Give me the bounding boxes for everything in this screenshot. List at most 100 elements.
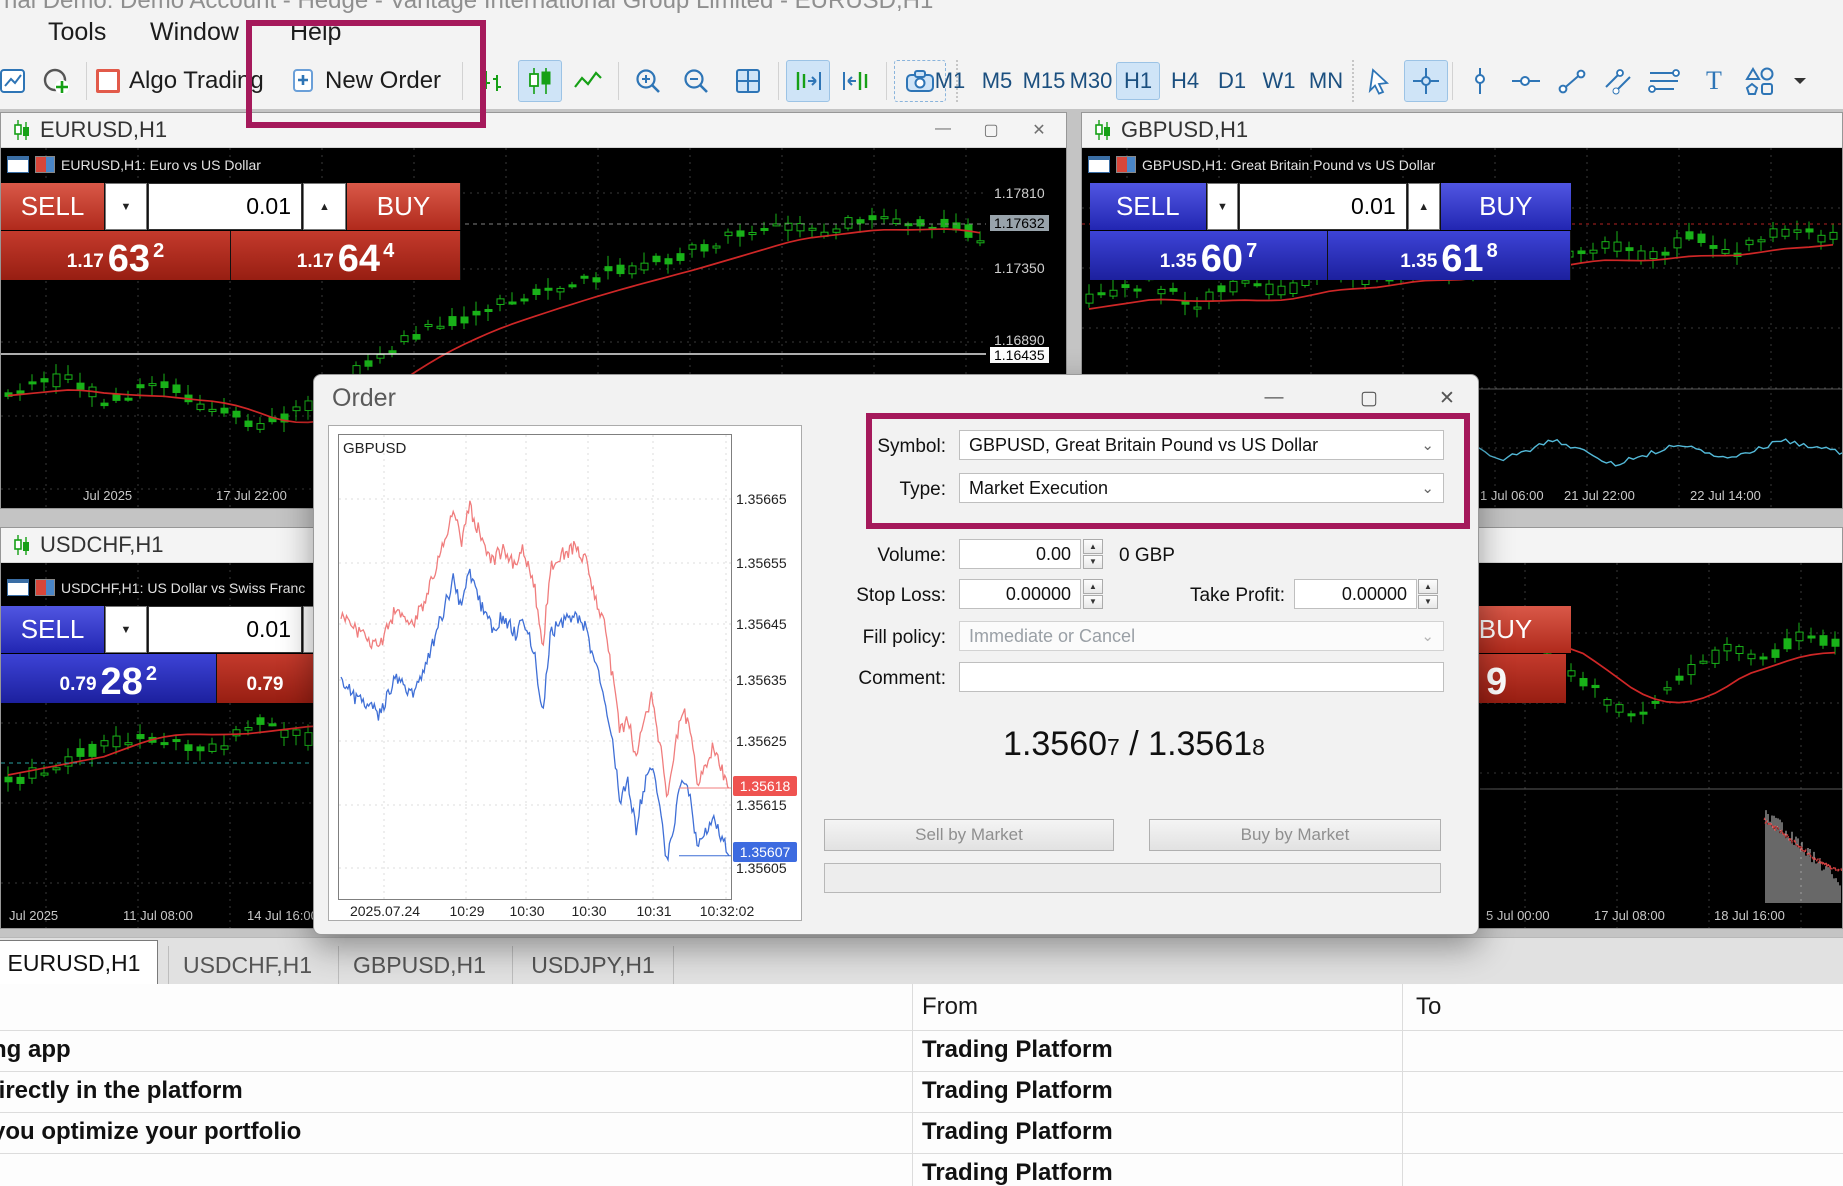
- spinner-up-icon[interactable]: [1083, 579, 1103, 594]
- sell-price[interactable]: 0.79282: [1, 654, 216, 703]
- buy-button[interactable]: BUY: [1441, 183, 1571, 230]
- comment-input[interactable]: [959, 662, 1444, 692]
- tick-scale-label: 1.35635: [736, 672, 787, 688]
- spinner-down-icon[interactable]: [1083, 555, 1103, 570]
- maximize-icon[interactable]: [978, 120, 1004, 140]
- volume-field[interactable]: 0.01: [148, 606, 302, 653]
- timeframe-d1[interactable]: D1: [1210, 62, 1254, 100]
- volume-input[interactable]: 0.00: [959, 539, 1081, 569]
- toolbar-separator: [86, 62, 87, 100]
- market-watch-button[interactable]: [34, 60, 78, 102]
- trendline-tool[interactable]: [1550, 60, 1594, 102]
- timeframe-m15[interactable]: M15: [1022, 62, 1066, 100]
- menu-window[interactable]: Window: [150, 18, 239, 47]
- buy-price[interactable]: 1.17644: [231, 231, 460, 280]
- algo-trading-button[interactable]: Algo Trading: [96, 60, 264, 102]
- symbol-select[interactable]: GBPUSD, Great Britain Pound vs US Dollar: [959, 430, 1444, 460]
- buy-price[interactable]: 1.35618: [1328, 231, 1570, 280]
- timeframe-mn[interactable]: MN: [1304, 62, 1348, 100]
- tick-chart-symbol: GBPUSD: [343, 440, 406, 457]
- menu-tools[interactable]: Tools: [48, 18, 106, 47]
- spinner-up-icon[interactable]: [1083, 539, 1103, 554]
- crosshair-tool-button[interactable]: [1404, 60, 1448, 102]
- time-axis-label: 1 Jul 06:00: [1480, 488, 1544, 503]
- volume-decrease-button[interactable]: [105, 606, 147, 653]
- cursor-tool-button[interactable]: [1358, 60, 1402, 102]
- tab-usdchf[interactable]: USDCHF,H1: [168, 946, 326, 985]
- close-icon[interactable]: [1026, 120, 1052, 140]
- spinner-down-icon[interactable]: [1083, 595, 1103, 610]
- sell-price[interactable]: 1.35607: [1090, 231, 1327, 280]
- tile-windows-button[interactable]: [726, 60, 770, 102]
- line-chart-button[interactable]: [566, 60, 610, 102]
- buy-button[interactable]: BUY: [347, 183, 460, 230]
- spinner-down-icon[interactable]: [1418, 595, 1438, 610]
- more-tools-button[interactable]: [1786, 60, 1814, 102]
- spinner-up-icon[interactable]: [1418, 579, 1438, 594]
- chart-shift-button[interactable]: [786, 60, 830, 102]
- timeframe-m30[interactable]: M30: [1069, 62, 1113, 100]
- volume-increase-button[interactable]: [303, 183, 346, 230]
- take-profit-spinner[interactable]: [1418, 579, 1438, 609]
- minimize-icon[interactable]: [930, 120, 956, 140]
- volume-decrease-button[interactable]: [1207, 183, 1239, 230]
- table-row-from[interactable]: Trading Platform: [922, 1036, 1113, 1064]
- new-order-button[interactable]: New Order: [292, 60, 441, 102]
- zoom-out-button[interactable]: [674, 60, 718, 102]
- fibonacci-tool[interactable]: [1642, 60, 1686, 102]
- candlestick-chart-icon: [526, 66, 554, 96]
- window-titlebar-gbpusd[interactable]: GBPUSD,H1: [1082, 113, 1842, 148]
- time-axis-label: Jul 2025: [9, 908, 58, 923]
- chart-header-text: GBPUSD,H1: Great Britain Pound vs US Dol…: [1142, 157, 1435, 173]
- volume-field[interactable]: 0.01: [1239, 183, 1406, 230]
- table-row-title[interactable]: ng app: [0, 1036, 71, 1064]
- timeframe-m5[interactable]: M5: [975, 62, 1019, 100]
- tab-eurusd[interactable]: EURUSD,H1: [0, 940, 158, 985]
- menu-help[interactable]: Help: [290, 18, 341, 47]
- text-icon: T: [1706, 66, 1722, 96]
- sell-by-market-button[interactable]: Sell by Market: [824, 819, 1114, 851]
- take-profit-input[interactable]: 0.00000: [1294, 579, 1417, 609]
- tab-usdjpy[interactable]: USDJPY,H1: [512, 946, 674, 985]
- volume-increase-button[interactable]: [1408, 183, 1440, 230]
- auto-scroll-button[interactable]: [834, 60, 878, 102]
- sell-price[interactable]: 1.17632: [1, 231, 230, 280]
- sell-button[interactable]: SELL: [1, 606, 104, 653]
- new-chart-button[interactable]: [0, 60, 32, 102]
- sell-button[interactable]: SELL: [1, 183, 104, 230]
- minimize-icon[interactable]: [1259, 387, 1289, 409]
- window-titlebar-eurusd[interactable]: EURUSD,H1: [1, 113, 1066, 148]
- volume-decrease-button[interactable]: [105, 183, 147, 230]
- timeframe-h4[interactable]: H4: [1163, 62, 1207, 100]
- horizontal-line-tool[interactable]: [1504, 60, 1548, 102]
- table-row-from[interactable]: Trading Platform: [922, 1118, 1113, 1146]
- bar-chart-button[interactable]: [470, 60, 514, 102]
- buy-by-market-button[interactable]: Buy by Market: [1149, 819, 1441, 851]
- time-axis-label: 5 Jul 00:00: [1486, 908, 1550, 923]
- timeframe-h1[interactable]: H1: [1116, 62, 1160, 100]
- zoom-in-button[interactable]: [626, 60, 670, 102]
- type-select[interactable]: Market Execution: [959, 473, 1444, 503]
- table-row-title[interactable]: you optimize your portfolio: [0, 1118, 301, 1146]
- scale-label: 1.17810: [994, 185, 1045, 201]
- maximize-icon[interactable]: [1354, 387, 1384, 410]
- stop-loss-input[interactable]: 0.00000: [959, 579, 1081, 609]
- volume-spinner[interactable]: [1083, 539, 1103, 569]
- row-divider: [0, 1112, 1843, 1113]
- channel-tool[interactable]: [1596, 60, 1640, 102]
- text-tool[interactable]: T: [1692, 60, 1736, 102]
- tab-gbpusd[interactable]: GBPUSD,H1: [338, 946, 500, 985]
- vertical-line-tool[interactable]: [1458, 60, 1502, 102]
- volume-field[interactable]: 0.01: [148, 183, 302, 230]
- timeframe-w1[interactable]: W1: [1257, 62, 1301, 100]
- table-row-title[interactable]: lirectly in the platform: [0, 1077, 243, 1105]
- candlestick-chart-button[interactable]: [518, 60, 562, 102]
- stop-loss-spinner[interactable]: [1083, 579, 1103, 609]
- table-row-from[interactable]: Trading Platform: [922, 1077, 1113, 1105]
- tick-scale-label: 1.35615: [736, 797, 787, 813]
- close-icon[interactable]: [1432, 387, 1462, 410]
- shapes-tool[interactable]: [1738, 60, 1782, 102]
- timeframe-m1[interactable]: M1: [928, 62, 972, 100]
- sell-button[interactable]: SELL: [1090, 183, 1206, 230]
- table-row-from[interactable]: Trading Platform: [922, 1159, 1113, 1186]
